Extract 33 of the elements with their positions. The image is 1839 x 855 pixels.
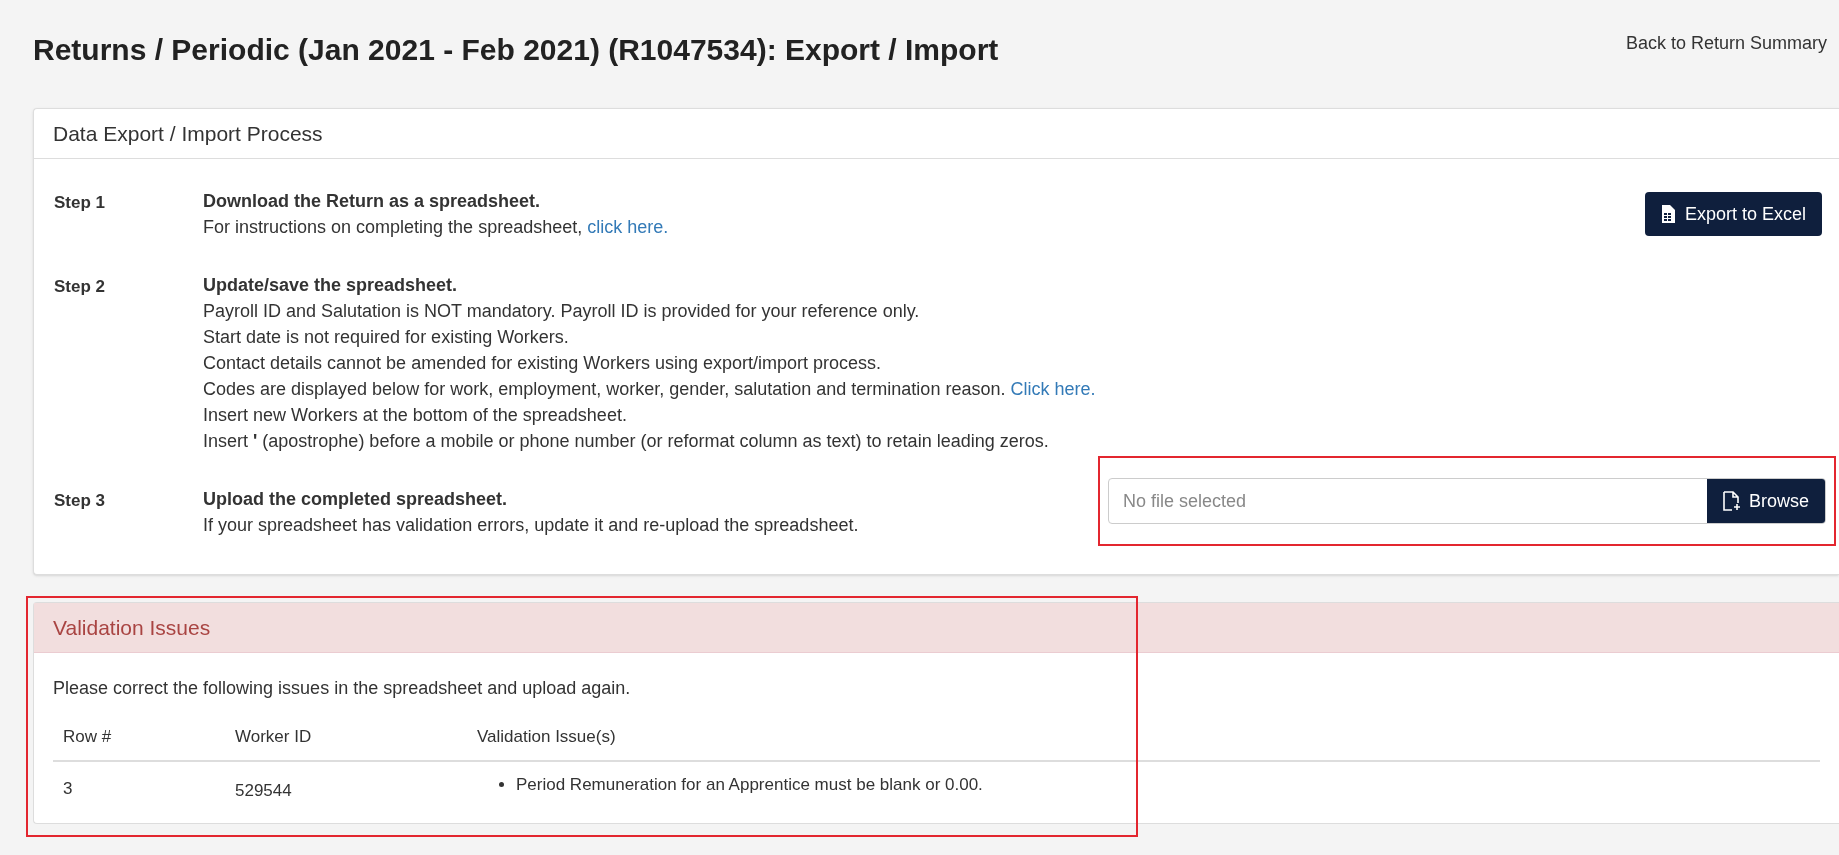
validation-intro: Please correct the following issues in the spreadsheet and upload again. xyxy=(53,677,632,700)
step-heading: Download the Return as a spreadsheet. xyxy=(203,190,542,213)
instruction-text: Start date is not required for existing Workers. xyxy=(203,326,570,349)
instruction-text: Insert new Workers at the bottom of the spreadsheet. xyxy=(203,404,628,427)
back-link[interactable]: Back to Return Summary xyxy=(1625,30,1827,57)
page-title: Returns / Periodic (Jan 2021 - Feb 2021) (R1047534): Export / Import xyxy=(33,32,999,68)
instruction-text: For instructions on completing the spreadsheet, xyxy=(203,216,583,239)
instruction-text: Insert ' (apostrophe) before a mobile or phone number (or reformat column as text) to retain leading zeros. xyxy=(203,430,1050,453)
help-link[interactable]: Click here. xyxy=(1010,376,1096,402)
instruction-text: Payroll ID and Salutation is NOT mandatory. Payroll ID is provided for your reference only. xyxy=(203,300,921,323)
spreadsheet-icon xyxy=(1660,205,1675,223)
bullet-icon xyxy=(499,781,504,787)
instruction-text: Contact details cannot be amended for existing Workers using export/import process. xyxy=(203,352,882,375)
export-button[interactable]: Export to Excel xyxy=(1644,192,1822,236)
file-add-icon xyxy=(1722,491,1741,511)
step-heading: Upload the completed spreadsheet. xyxy=(203,488,509,511)
help-link[interactable]: click here. xyxy=(587,214,669,240)
file-upload-field[interactable]: No file selected Browse xyxy=(1108,478,1826,524)
column-header: Worker ID xyxy=(225,714,467,761)
column-header: Validation Issue(s) xyxy=(467,714,1820,761)
column-header: Row # xyxy=(53,714,225,761)
browse-button[interactable]: Browse xyxy=(1706,479,1825,523)
step-label: Step 2 xyxy=(54,276,107,298)
table-cell: 3 xyxy=(53,760,225,809)
panel-heading: Data Export / Import Process xyxy=(53,120,323,147)
instruction-text: Codes are displayed below for work, employment, worker, gender, salutation and termination reason. xyxy=(203,378,1006,401)
step-label: Step 1 xyxy=(54,192,107,214)
validation-issue: Period Remuneration for an Apprentice must be blank or 0.00. xyxy=(516,773,983,796)
step-label: Step 3 xyxy=(54,490,107,512)
validation-heading: Validation Issues xyxy=(53,614,211,641)
instruction-text: If your spreadsheet has validation errors, update it and re-upload the spreadsheet. xyxy=(203,514,860,537)
step-heading: Update/save the spreadsheet. xyxy=(203,274,459,297)
table-cell: 529544 xyxy=(225,760,467,809)
